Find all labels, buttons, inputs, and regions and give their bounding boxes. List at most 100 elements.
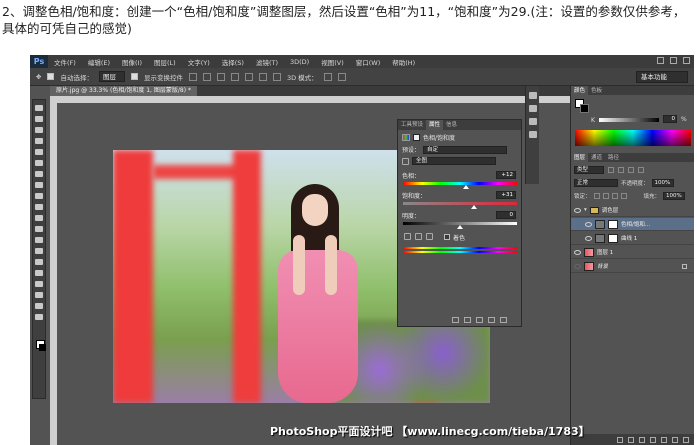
menu-file[interactable]: 文件(F) bbox=[48, 57, 82, 67]
marquee-tool-icon[interactable] bbox=[35, 116, 43, 122]
menu-image[interactable]: 图像(I) bbox=[116, 57, 148, 67]
lock-transparent-icon[interactable] bbox=[593, 193, 600, 199]
eyedropper-tool-icon[interactable] bbox=[35, 160, 43, 166]
filter-shape-icon[interactable] bbox=[638, 167, 644, 173]
tab-layers[interactable]: 图层 bbox=[571, 153, 589, 162]
align-center-icon[interactable] bbox=[244, 72, 253, 81]
pan-3d-icon[interactable] bbox=[337, 72, 346, 81]
blur-tool-icon[interactable] bbox=[35, 237, 43, 243]
view-previous-icon[interactable] bbox=[464, 317, 471, 323]
menu-3d[interactable]: 3D(D) bbox=[284, 58, 315, 66]
info-panel-icon[interactable] bbox=[528, 118, 537, 125]
eyedropper-icon[interactable] bbox=[404, 233, 411, 240]
layer-group[interactable]: ▾ 调色层 bbox=[571, 204, 694, 217]
tab-paths[interactable]: 路径 bbox=[605, 153, 622, 162]
move-tool-icon[interactable] bbox=[35, 105, 43, 111]
link-icon[interactable] bbox=[617, 436, 623, 443]
align-middle-icon[interactable] bbox=[202, 72, 211, 81]
clip-to-layer-icon[interactable] bbox=[452, 317, 459, 323]
dodge-tool-icon[interactable] bbox=[35, 248, 43, 254]
minimize-icon[interactable] bbox=[657, 57, 664, 64]
stamp-tool-icon[interactable] bbox=[35, 193, 43, 199]
lasso-tool-icon[interactable] bbox=[35, 127, 43, 133]
align-top-icon[interactable] bbox=[188, 72, 197, 81]
lightness-input[interactable]: 0 bbox=[496, 211, 516, 219]
background-swatch[interactable] bbox=[580, 104, 589, 113]
tab-info[interactable]: 信息 bbox=[443, 120, 460, 130]
blend-mode-dropdown[interactable]: 正常 bbox=[574, 179, 618, 187]
quick-select-tool-icon[interactable] bbox=[35, 138, 43, 144]
hand-tool-icon[interactable] bbox=[35, 303, 43, 309]
properties-panel-icon[interactable] bbox=[528, 105, 537, 112]
reset-icon[interactable] bbox=[476, 317, 483, 323]
menu-type[interactable]: 文字(Y) bbox=[182, 57, 216, 67]
hue-input[interactable]: +12 bbox=[496, 171, 516, 179]
menu-view[interactable]: 视图(V) bbox=[315, 57, 350, 67]
eyedropper-minus-icon[interactable] bbox=[426, 233, 433, 240]
auto-select-dropdown[interactable]: 图层 bbox=[98, 71, 125, 82]
healing-tool-icon[interactable] bbox=[35, 171, 43, 177]
visibility-icon[interactable] bbox=[488, 317, 495, 323]
menu-edit[interactable]: 编辑(E) bbox=[82, 57, 116, 67]
colorize-checkbox[interactable] bbox=[444, 234, 450, 240]
menu-layer[interactable]: 图层(L) bbox=[148, 57, 182, 67]
menu-help[interactable]: 帮助(H) bbox=[386, 57, 421, 67]
eye-icon[interactable] bbox=[574, 249, 581, 255]
opacity-input[interactable]: 100% bbox=[651, 179, 674, 187]
preset-dropdown[interactable]: 自定 bbox=[423, 145, 508, 154]
tab-tool-presets[interactable]: 工具预设 bbox=[398, 120, 426, 130]
rotate-3d-icon[interactable] bbox=[323, 72, 332, 81]
target-adjust-icon[interactable] bbox=[402, 157, 409, 165]
color-ramp[interactable] bbox=[575, 130, 691, 146]
tab-channels[interactable]: 通道 bbox=[588, 153, 605, 162]
k-value-input[interactable]: 0 bbox=[663, 115, 677, 123]
show-transform-checkbox[interactable] bbox=[130, 73, 138, 80]
saturation-slider-track[interactable] bbox=[403, 202, 517, 209]
eye-icon[interactable] bbox=[574, 263, 581, 269]
saturation-input[interactable]: +31 bbox=[496, 191, 516, 199]
new-layer-icon[interactable] bbox=[672, 436, 678, 443]
lock-pixels-icon[interactable] bbox=[602, 193, 609, 199]
layer-mask-thumbnail[interactable] bbox=[608, 233, 618, 243]
background-color-swatch[interactable] bbox=[39, 344, 46, 351]
align-bottom-icon[interactable] bbox=[216, 72, 225, 81]
align-left-icon[interactable] bbox=[230, 72, 239, 81]
fill-input[interactable]: 100% bbox=[663, 192, 686, 200]
move-tool-icon[interactable]: ✥ bbox=[36, 73, 41, 81]
tab-properties[interactable]: 属性 bbox=[426, 120, 444, 130]
chevron-down-icon[interactable]: ▾ bbox=[584, 207, 587, 213]
menu-window[interactable]: 窗口(W) bbox=[350, 57, 387, 67]
menu-select[interactable]: 选择(S) bbox=[216, 57, 250, 67]
eye-icon[interactable] bbox=[585, 235, 592, 241]
path-select-tool-icon[interactable] bbox=[35, 281, 43, 287]
channel-dropdown[interactable]: 全图 bbox=[412, 157, 496, 165]
new-group-icon[interactable] bbox=[661, 436, 667, 443]
new-adjustment-icon[interactable] bbox=[650, 436, 656, 443]
layer-background[interactable]: 背景 bbox=[571, 260, 694, 273]
mask-icon[interactable] bbox=[413, 134, 420, 141]
k-slider[interactable] bbox=[599, 118, 659, 122]
crop-tool-icon[interactable] bbox=[35, 149, 43, 155]
layer-mask-thumbnail[interactable] bbox=[608, 219, 618, 229]
pen-tool-icon[interactable] bbox=[35, 259, 43, 265]
lightness-slider-track[interactable] bbox=[403, 222, 517, 229]
menu-filter[interactable]: 滤镜(T) bbox=[250, 57, 284, 67]
eyedropper-plus-icon[interactable] bbox=[415, 233, 422, 240]
tab-swatches[interactable]: 色板 bbox=[588, 86, 605, 95]
eye-icon[interactable] bbox=[585, 221, 592, 227]
history-brush-tool-icon[interactable] bbox=[35, 204, 43, 210]
kind-filter-dropdown[interactable]: 类型 bbox=[574, 166, 604, 174]
trash-icon[interactable] bbox=[683, 436, 689, 443]
history-panel-icon[interactable] bbox=[528, 131, 537, 138]
tools-panel-icon[interactable] bbox=[528, 92, 537, 99]
brush-tool-icon[interactable] bbox=[35, 182, 43, 188]
lock-position-icon[interactable] bbox=[611, 193, 618, 199]
auto-select-checkbox[interactable] bbox=[47, 73, 55, 80]
shape-tool-icon[interactable] bbox=[35, 292, 43, 298]
close-icon[interactable] bbox=[683, 57, 690, 64]
filter-type-icon[interactable] bbox=[628, 167, 634, 173]
gradient-tool-icon[interactable] bbox=[35, 226, 43, 232]
layer-hue-saturation[interactable]: 色相/饱和... bbox=[571, 218, 694, 231]
hue-slider-track[interactable] bbox=[403, 182, 517, 189]
type-tool-icon[interactable] bbox=[35, 270, 43, 276]
